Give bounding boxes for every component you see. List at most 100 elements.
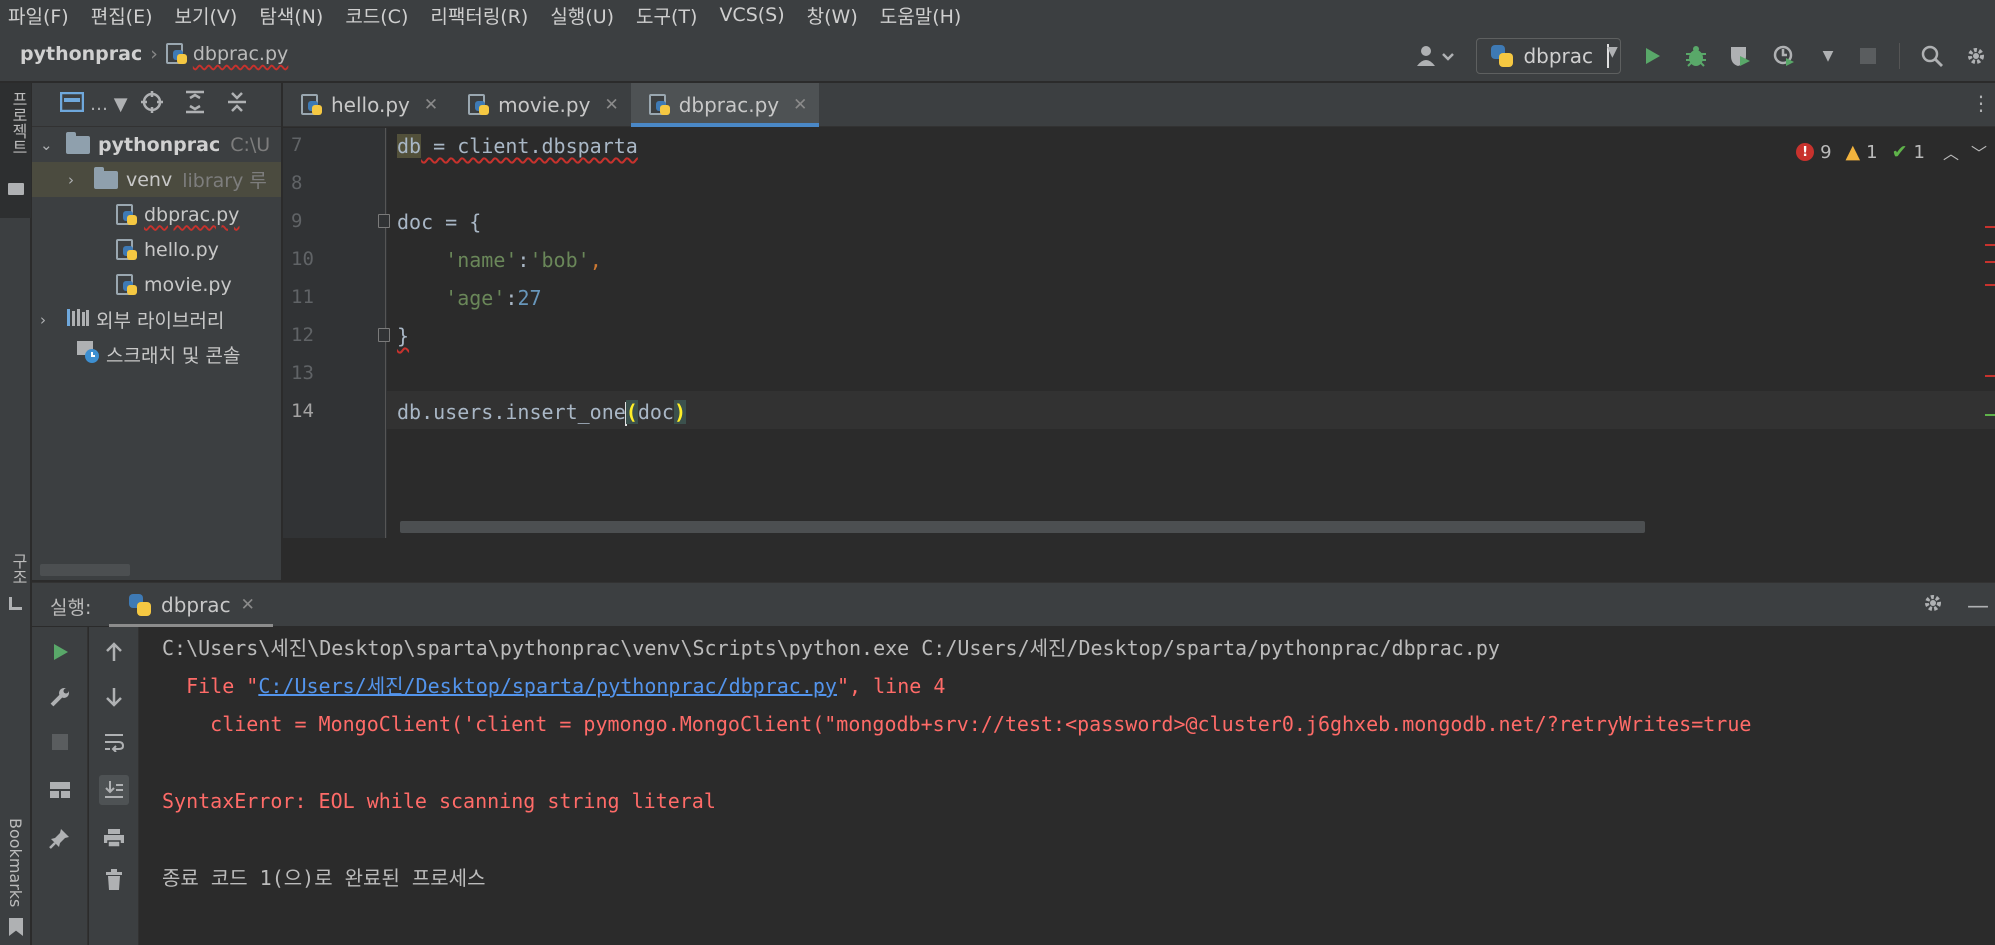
tree-item-file[interactable]: movie.py <box>32 267 281 302</box>
bookmarks-tool-tab[interactable]: Bookmarks <box>0 818 31 945</box>
tree-file-label: dbprac.py <box>144 203 240 226</box>
tab-dbprac-py[interactable]: dbprac.py ✕ <box>630 83 820 127</box>
menu-window[interactable]: 창(W) <box>807 2 858 29</box>
python-file-icon <box>116 273 138 296</box>
run-configuration-selector[interactable]: dbprac ▼ <box>1476 38 1621 74</box>
tab-hello-py[interactable]: hello.py ✕ <box>283 83 450 127</box>
menu-edit[interactable]: 편집(E) <box>91 2 153 29</box>
account-icon[interactable] <box>1414 43 1458 69</box>
left-tool-window-strip: 프로젝트 구조 Bookmarks <box>0 83 31 945</box>
chevron-up-icon[interactable]: ︿ <box>1943 140 1959 164</box>
profile-icon[interactable] <box>1771 43 1797 69</box>
settings-gear-icon[interactable] <box>1921 591 1945 621</box>
console-file-link[interactable]: C:/Users/세진/Desktop/sparta/pythonprac/db… <box>258 674 837 698</box>
chevron-right-icon[interactable]: › <box>40 311 56 329</box>
tab-label: dbprac.py <box>678 93 780 117</box>
print-icon[interactable] <box>99 823 129 853</box>
chevron-right-icon[interactable]: › <box>68 171 84 189</box>
tree-venv-label: venv <box>126 168 173 191</box>
run-panel-header: 실행: dbprac ✕ — <box>32 582 1995 627</box>
menu-help[interactable]: 도움말(H) <box>880 2 962 29</box>
debug-icon[interactable] <box>1683 43 1709 69</box>
menu-file[interactable]: 파일(F) <box>8 2 69 29</box>
code-editor[interactable]: 7 8 9 10 11 12 13 14 db = client.dbspart… <box>283 128 1995 538</box>
editor-tab-bar: hello.py ✕ movie.py ✕ dbprac.py ✕ ⋮ <box>283 83 1995 127</box>
tab-movie-py[interactable]: movie.py ✕ <box>450 83 631 127</box>
console-text: File " <box>162 674 259 698</box>
menu-tools[interactable]: 도구(T) <box>636 2 697 29</box>
close-icon[interactable]: ✕ <box>793 95 807 115</box>
fold-marker-icon[interactable] <box>378 214 390 228</box>
coverage-icon[interactable] <box>1727 43 1753 69</box>
scroll-to-end-icon[interactable] <box>99 775 129 805</box>
navigation-bar: pythonprac › dbprac.py dbprac ▼ ▼ <box>0 30 1995 82</box>
tree-item-file[interactable]: hello.py <box>32 232 281 267</box>
close-icon[interactable]: ✕ <box>604 95 618 115</box>
pin-icon[interactable] <box>45 823 75 853</box>
error-stripe-mark[interactable] <box>1985 261 1995 263</box>
code-token: : <box>505 286 518 310</box>
collapse-all-icon[interactable] <box>226 90 248 119</box>
stop-icon[interactable] <box>45 727 75 757</box>
close-icon[interactable]: ✕ <box>241 595 255 615</box>
menu-run[interactable]: 실행(U) <box>550 2 614 29</box>
error-stripe-mark[interactable] <box>1985 375 1995 377</box>
menu-vcs[interactable]: VCS(S) <box>719 4 784 26</box>
soft-wrap-icon[interactable] <box>99 727 129 757</box>
search-icon[interactable] <box>1899 43 1945 69</box>
console-error-line: SyntaxError: EOL while scanning string l… <box>162 789 716 813</box>
menu-navigate[interactable]: 탐색(N) <box>259 2 323 29</box>
chevron-down-icon[interactable]: ﹀ <box>1971 140 1987 164</box>
tree-item-external-libraries[interactable]: › 외부 라이브러리 <box>32 302 281 337</box>
chevron-down-icon[interactable]: ⌄ <box>40 136 56 154</box>
python-icon <box>1491 45 1514 67</box>
editor-horizontal-scrollbar[interactable] <box>400 521 1645 533</box>
code-line-10: 'name':'bob', <box>397 242 602 278</box>
close-icon[interactable]: ✕ <box>424 95 438 115</box>
structure-tool-tab[interactable]: 구조 <box>0 553 31 623</box>
run-tab-dbprac[interactable]: dbprac ✕ <box>109 583 273 627</box>
trash-icon[interactable] <box>99 865 129 895</box>
error-count: 9 <box>1820 141 1832 163</box>
breadcrumb-file[interactable]: dbprac.py <box>193 43 288 65</box>
expand-all-icon[interactable] <box>184 90 206 119</box>
project-view-icon[interactable] <box>59 91 85 117</box>
tree-item-root[interactable]: ⌄ pythonprac C:\U <box>32 127 281 162</box>
inspection-widget[interactable]: ! 9 ▲ 1 ✔ 1 ︿ ﹀ <box>1790 140 1987 164</box>
tree-scratches-label: 스크래치 및 콘솔 <box>106 345 241 367</box>
menu-view[interactable]: 보기(V) <box>175 2 238 29</box>
code-line-14: db.users.insert_one(doc) <box>397 394 686 430</box>
project-tool-tab[interactable]: 프로젝트 <box>0 83 31 218</box>
arrow-down-icon[interactable] <box>99 682 129 712</box>
project-horizontal-scrollbar[interactable] <box>40 564 130 576</box>
error-stripe-mark[interactable] <box>1985 244 1995 246</box>
error-stripe-mark[interactable] <box>1985 226 1995 228</box>
run-console-output[interactable]: C:\Users\세진\Desktop\sparta\pythonprac\ve… <box>140 627 1995 945</box>
more-run-options-chevron-icon[interactable]: ▼ <box>1815 43 1841 69</box>
minimize-icon[interactable]: — <box>1967 594 1989 619</box>
error-stripe-mark[interactable] <box>1985 284 1995 286</box>
tree-root-path: C:\U <box>230 133 271 156</box>
fold-marker-icon[interactable] <box>378 328 390 342</box>
layout-icon[interactable] <box>45 775 75 805</box>
rerun-icon[interactable] <box>45 637 75 667</box>
tree-item-file[interactable]: dbprac.py <box>32 197 281 232</box>
locate-target-icon[interactable] <box>140 90 164 119</box>
run-icon[interactable] <box>1639 43 1665 69</box>
breadcrumb: pythonprac › dbprac.py <box>20 43 288 65</box>
code-token: 'bob' <box>529 248 590 272</box>
tree-item-scratches[interactable]: 스크래치 및 콘솔 <box>32 337 281 372</box>
breadcrumb-project[interactable]: pythonprac <box>20 43 142 65</box>
change-stripe-mark[interactable] <box>1985 414 1995 416</box>
stop-icon[interactable] <box>1855 43 1881 69</box>
tree-item-venv[interactable]: › venv library 루 <box>32 162 281 197</box>
more-vertical-icon[interactable]: ⋮ <box>1971 91 1991 115</box>
settings-gear-icon[interactable] <box>1963 43 1989 69</box>
arrow-up-icon[interactable] <box>99 637 129 667</box>
wrench-icon[interactable] <box>45 682 75 712</box>
menu-code[interactable]: 코드(C) <box>345 2 408 29</box>
menu-refactor[interactable]: 리팩터링(R) <box>430 2 528 29</box>
console-command-line: C:\Users\세진\Desktop\sparta\pythonprac\ve… <box>162 636 1500 660</box>
folder-icon <box>8 183 24 195</box>
project-view-dropdown-icon[interactable]: … ▼ <box>90 94 128 115</box>
